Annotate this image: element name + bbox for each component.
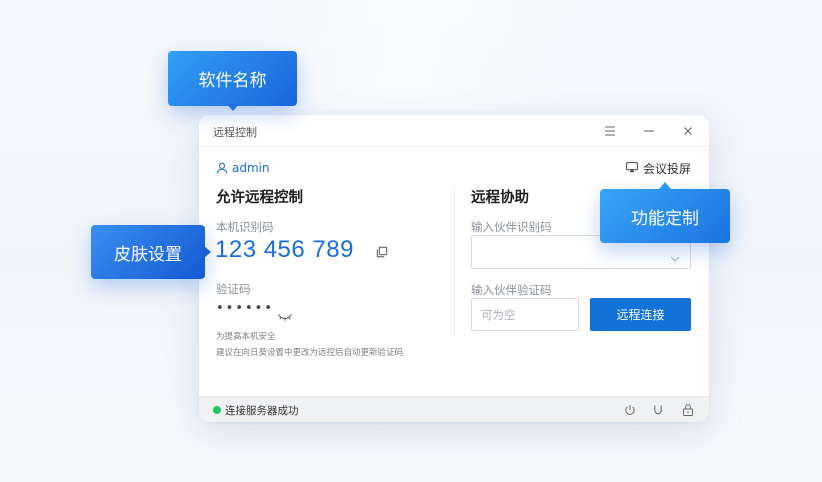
screen-cast-icon <box>626 161 638 176</box>
power-icon[interactable] <box>623 402 637 416</box>
background-highlight <box>0 0 822 110</box>
machine-id-label: 本机识别码 <box>216 220 274 234</box>
partner-id-label: 输入伙伴识别码 <box>471 220 552 234</box>
partner-code-input[interactable] <box>471 298 579 331</box>
user-icon <box>216 162 228 174</box>
copy-icon[interactable] <box>375 244 389 258</box>
window-title: 远程控制 <box>213 126 257 139</box>
security-tip-line2: 建议在向日葵设置中更改为远控后自动更新验证码 <box>216 348 404 358</box>
username: admin <box>232 161 270 175</box>
hamburger-icon[interactable] <box>599 120 621 142</box>
remote-connect-button[interactable]: 远程连接 <box>590 298 691 331</box>
status-text: 连接服务器成功 <box>225 405 299 417</box>
user-account[interactable]: admin <box>216 161 270 175</box>
title-bar: 远程控制 <box>199 115 709 147</box>
allow-control-title: 允许远程控制 <box>216 190 303 206</box>
partner-code-label: 输入伙伴验证码 <box>471 283 552 297</box>
eye-closed-icon[interactable] <box>277 307 293 321</box>
meeting-cast-label: 会议投屏 <box>642 162 691 176</box>
column-divider <box>454 187 455 337</box>
callout-skin-setting-pointer <box>204 246 211 258</box>
minimize-icon[interactable] <box>638 120 660 142</box>
verification-code-label: 验证码 <box>216 282 251 296</box>
remote-assist-title: 远程协助 <box>471 190 529 206</box>
app-window: 远程控制 admin 会议投屏 允许远程控制 本机识别码 123 456 789… <box>199 115 709 422</box>
chevron-down-icon[interactable] <box>670 248 680 262</box>
callout-software-name: 软件名称 <box>168 51 297 106</box>
lock-icon[interactable] <box>681 402 695 416</box>
security-tip-line1: 为提高本机安全 <box>216 332 276 342</box>
callout-skin-setting: 皮肤设置 <box>91 225 205 279</box>
callout-software-name-pointer <box>227 104 239 111</box>
verification-code-value: •••••• <box>216 301 275 316</box>
machine-id-value: 123 456 789 <box>215 236 354 263</box>
callout-feature-custom-pointer <box>659 182 671 189</box>
callout-feature-custom: 功能定制 <box>600 189 730 243</box>
status-bar: 连接服务器成功 <box>199 396 709 422</box>
meeting-cast-button[interactable]: 会议投屏 <box>626 160 691 177</box>
close-icon[interactable] <box>677 120 699 142</box>
magnet-icon[interactable] <box>651 402 665 416</box>
status-indicator <box>213 406 221 414</box>
